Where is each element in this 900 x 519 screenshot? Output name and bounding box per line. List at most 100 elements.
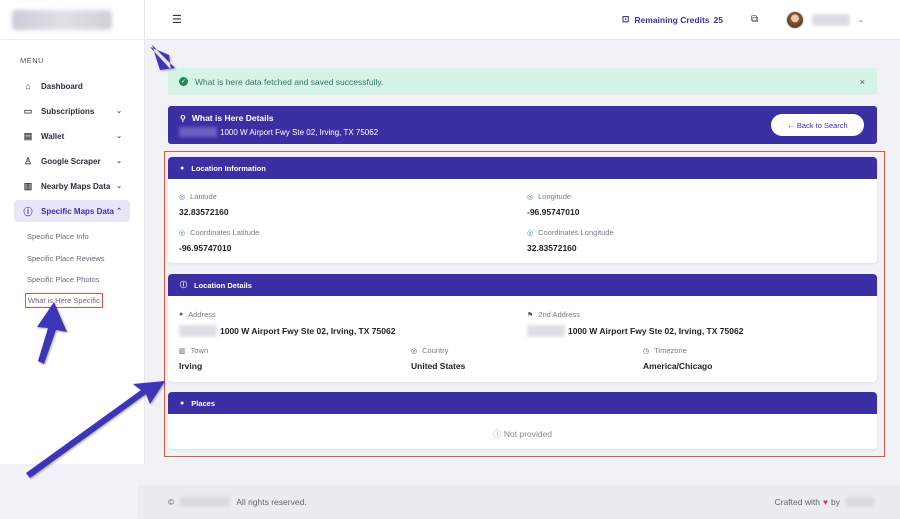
credits-icon: ⊡	[621, 14, 630, 24]
town-label: Town	[190, 346, 209, 355]
latitude-value: 32.83572160	[179, 207, 229, 217]
logo[interactable]	[0, 0, 144, 40]
sidebar-item-label: Subscriptions	[41, 106, 95, 116]
map-pin-icon: ●	[179, 311, 184, 318]
details-address: 1000 W Airport Fwy Ste 02, Irving, TX 75…	[179, 127, 378, 137]
coordinates-latitude-field: ◎ Coordinates Latitude -96.95747010	[179, 228, 259, 253]
globe-icon: ◎	[179, 229, 186, 237]
copyright-symbol: ©	[168, 497, 175, 507]
details-address-text: 1000 W Airport Fwy Ste 02, Irving, TX 75…	[220, 127, 379, 137]
details-header: ⚲ What is Here Details 1000 W Airport Fw…	[168, 106, 877, 144]
avatar[interactable]	[786, 10, 805, 29]
alert-message: What is here data fetched and saved succ…	[195, 76, 384, 87]
clock-icon: ◷	[643, 347, 650, 355]
card-header: ● Places	[168, 392, 877, 414]
sidebar-subitem-specific-place-reviews[interactable]: Specific Place Reviews	[27, 248, 144, 270]
second-address-field: ⚑ 2nd Address 1000 W Airport Fwy Ste 02, …	[527, 310, 743, 337]
map-pin-icon: ●	[180, 164, 185, 172]
sidebar-subitem-what-is-here-specific[interactable]: What is Here Specific	[25, 292, 103, 308]
card-header: ⓘ Location Details	[168, 274, 877, 296]
sidebar-item-google-scraper[interactable]: ♙ Google Scraper ⌄	[14, 150, 130, 172]
success-alert: ✓ What is here data fetched and saved su…	[168, 68, 877, 95]
card-header: ● Location Information	[168, 157, 877, 179]
company-name-blurred	[180, 497, 231, 507]
info-icon: ⓘ	[180, 282, 187, 289]
card-title: Location Details	[194, 280, 252, 290]
home-icon: ⌂	[25, 81, 31, 91]
sidebar-item-nearby-maps-data[interactable]: ▥ Nearby Maps Data ⌄	[14, 175, 130, 197]
card-title: Places	[191, 398, 216, 408]
globe-icon: ◎	[179, 193, 186, 201]
globe-icon: ◎	[527, 229, 534, 237]
annotation-arrow-alert	[150, 45, 175, 70]
place-icon: ●	[180, 399, 185, 407]
longitude-field: ◎ Longitude -96.95747010	[527, 192, 579, 217]
footer-copyright: © All rights reserved.	[168, 497, 307, 507]
wallet-icon: ▤	[23, 130, 33, 141]
sidebar-subitem-specific-place-info[interactable]: Specific Place Info	[27, 226, 144, 248]
chevron-down-icon: ⌄	[116, 183, 122, 190]
menu-label: MENU	[20, 56, 45, 65]
crafted-text: Crafted with	[774, 497, 820, 507]
sidebar-item-specific-maps-data[interactable]: ⓘ Specific Maps Data ⌃	[14, 200, 130, 222]
remaining-credits[interactable]: ⊡ Remaining Credits 25	[622, 14, 723, 25]
coordinates-longitude-label: Coordinates Longitude	[538, 228, 614, 237]
address-value: 1000 W Airport Fwy Ste 02, Irving, TX 75…	[220, 326, 396, 336]
close-icon[interactable]: ×	[860, 77, 865, 87]
timezone-label: Timezone	[654, 346, 687, 355]
chevron-down-icon: ⌄	[116, 108, 122, 115]
sidebar-item-label: Wallet	[41, 131, 65, 141]
chevron-up-icon: ⌃	[116, 208, 122, 215]
town-value: Irving	[179, 361, 203, 371]
author-name-blurred[interactable]	[845, 497, 875, 507]
card-icon: ▭	[23, 105, 33, 116]
second-address-label: 2nd Address	[538, 310, 580, 319]
heart-icon: ♥	[822, 497, 829, 507]
rights-text: All rights reserved.	[236, 497, 307, 507]
timezone-field: ◷ Timezone America/Chicago	[643, 346, 712, 371]
credits-label: Remaining Credits	[634, 14, 710, 25]
coordinates-latitude-label: Coordinates Latitude	[190, 228, 260, 237]
card-title: Location Information	[191, 163, 266, 173]
sidebar-item-subscriptions[interactable]: ▭ Subscriptions ⌄	[14, 100, 130, 122]
sidebar-item-label: Nearby Maps Data	[41, 181, 111, 191]
hamburger-menu-icon[interactable]: ☰	[172, 13, 182, 26]
sidebar-item-dashboard[interactable]: ⌂ Dashboard	[14, 75, 130, 97]
map-pin-icon: ⚲	[180, 113, 186, 123]
sidebar-item-wallet[interactable]: ▤ Wallet ⌄	[14, 125, 130, 147]
coordinates-latitude-value: -96.95747010	[179, 243, 232, 253]
timezone-value: America/Chicago	[643, 361, 713, 371]
globe-icon: ◎	[527, 193, 534, 201]
location-information-card: ● Location Information ◎ Latitude 32.8357…	[168, 157, 877, 263]
chevron-down-icon[interactable]: ⌄	[858, 16, 864, 24]
info-icon: ⓘ	[23, 206, 33, 217]
credits-value: 25	[713, 14, 723, 25]
topbar: ☰ ⊡ Remaining Credits 25 ⧉ ⌄	[145, 0, 900, 40]
places-empty-state: ⓘ Not provided	[168, 428, 877, 440]
copy-icon[interactable]: ⧉	[751, 14, 758, 25]
latitude-label: Latitude	[190, 192, 217, 201]
book-icon: ▥	[23, 180, 33, 191]
places-card: ● Places ⓘ Not provided	[168, 392, 877, 449]
footer: © All rights reserved. Crafted with ♥ by	[138, 485, 900, 519]
town-field: ▥ Town Irving	[179, 346, 208, 371]
city-icon: ▥	[179, 347, 186, 355]
sidebar-item-label: Dashboard	[41, 81, 83, 91]
place-name-blurred	[179, 127, 217, 137]
chevron-down-icon: ⌄	[116, 158, 122, 165]
check-circle-icon: ✓	[179, 77, 188, 86]
back-to-search-button[interactable]: ← Back to Search	[771, 114, 864, 136]
sidebar-subitem-specific-place-photos[interactable]: Specific Place Photos	[27, 269, 144, 291]
user-icon: ♙	[23, 155, 33, 166]
by-text: by	[831, 497, 840, 507]
details-title: ⚲ What is Here Details	[180, 113, 274, 123]
details-title-text: What is Here Details	[191, 113, 274, 123]
footer-credit: Crafted with ♥ by	[775, 497, 875, 507]
username-blurred[interactable]	[812, 13, 851, 26]
country-value: United States	[411, 361, 466, 371]
places-empty-text: Not provided	[503, 429, 553, 439]
second-address-value: 1000 W Airport Fwy Ste 02, Irving, TX 75…	[568, 326, 744, 336]
longitude-label: Longitude	[538, 192, 572, 201]
place-name-blurred	[527, 325, 565, 337]
address-label: Address	[188, 310, 216, 319]
